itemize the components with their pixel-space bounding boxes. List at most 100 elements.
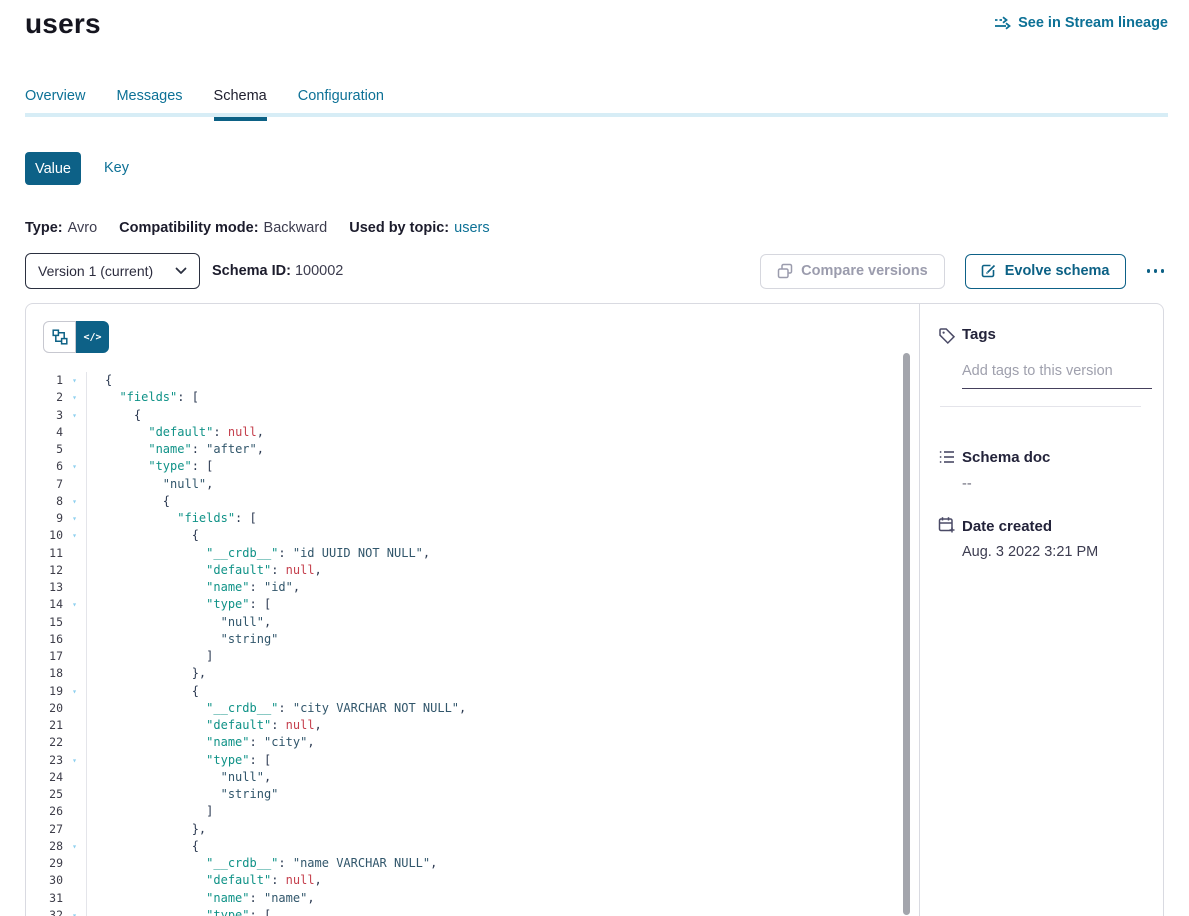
sidebar-divider	[940, 406, 1141, 407]
fold-toggle-icon[interactable]: ▾	[63, 752, 87, 769]
fold-toggle-icon[interactable]: ▾	[63, 372, 87, 389]
tree-view-button[interactable]	[43, 321, 76, 353]
code-line: 14▾ "type": [	[26, 596, 919, 613]
schema-doc-value: --	[962, 476, 972, 492]
type-value: Avro	[68, 220, 98, 236]
code-view-button[interactable]: </>	[76, 321, 109, 353]
value-toggle-button[interactable]: Value	[25, 152, 81, 185]
version-select[interactable]: Version 1 (current)	[25, 253, 200, 289]
line-number: 29	[26, 855, 63, 872]
fold-toggle-icon[interactable]: ▾	[63, 907, 87, 916]
code-line: 4 "default": null,	[26, 424, 919, 441]
more-actions-button[interactable]	[1143, 263, 1169, 279]
code-text: "null",	[87, 614, 271, 631]
line-number: 7	[26, 476, 63, 493]
code-line: 21 "default": null,	[26, 717, 919, 734]
fold-gutter	[63, 579, 87, 596]
fold-toggle-icon[interactable]: ▾	[63, 838, 87, 855]
code-text: "name": "city",	[87, 734, 315, 751]
fold-toggle-icon[interactable]: ▾	[63, 458, 87, 475]
fold-toggle-icon[interactable]: ▾	[63, 407, 87, 424]
code-text: "__crdb__": "id UUID NOT NULL",	[87, 545, 430, 562]
line-number: 16	[26, 631, 63, 648]
code-text: "name": "id",	[87, 579, 300, 596]
version-bar: Version 1 (current) Schema ID:100002 Com…	[25, 253, 1168, 289]
stream-lineage-icon	[994, 16, 1011, 30]
key-toggle-button[interactable]: Key	[104, 160, 129, 176]
fold-toggle-icon[interactable]: ▾	[63, 389, 87, 406]
code-text: "default": null,	[87, 717, 322, 734]
fold-gutter	[63, 545, 87, 562]
line-number: 24	[26, 769, 63, 786]
code-text: ]	[87, 803, 213, 820]
code-text: "name": "after",	[87, 441, 264, 458]
version-select-value: Version 1 (current)	[38, 263, 153, 279]
code-line: 6▾ "type": [	[26, 458, 919, 475]
schema-id-value: 100002	[295, 263, 343, 279]
code-line: 22 "name": "city",	[26, 734, 919, 751]
line-number: 1	[26, 372, 63, 389]
compare-versions-button[interactable]: Compare versions	[760, 254, 945, 289]
code-line: 1▾{	[26, 372, 919, 389]
fold-gutter	[63, 872, 87, 889]
fold-toggle-icon[interactable]: ▾	[63, 596, 87, 613]
compatibility-label: Compatibility mode:	[119, 220, 258, 236]
topic-link[interactable]: users	[454, 220, 489, 236]
code-line: 11 "__crdb__": "id UUID NOT NULL",	[26, 545, 919, 562]
line-number: 21	[26, 717, 63, 734]
line-number: 23	[26, 752, 63, 769]
line-number: 10	[26, 527, 63, 544]
line-number: 5	[26, 441, 63, 458]
schema-code-editor[interactable]: 1▾{2▾ "fields": [3▾ {4 "default": null,5…	[26, 372, 919, 916]
fold-toggle-icon[interactable]: ▾	[63, 527, 87, 544]
code-line: 25 "string"	[26, 786, 919, 803]
code-text: "fields": [	[87, 389, 199, 406]
code-line: 26 ]	[26, 803, 919, 820]
tab-schema[interactable]: Schema	[214, 88, 267, 117]
code-line: 19▾ {	[26, 683, 919, 700]
fold-gutter	[63, 700, 87, 717]
line-number: 27	[26, 821, 63, 838]
line-number: 26	[26, 803, 63, 820]
type-field: Type: Avro	[25, 220, 97, 236]
code-text: "default": null,	[87, 872, 322, 889]
line-number: 17	[26, 648, 63, 665]
tab-messages[interactable]: Messages	[116, 88, 182, 117]
fold-toggle-icon[interactable]: ▾	[63, 683, 87, 700]
compatibility-value: Backward	[264, 220, 328, 236]
line-number: 12	[26, 562, 63, 579]
fold-toggle-icon[interactable]: ▾	[63, 510, 87, 527]
line-number: 8	[26, 493, 63, 510]
code-text: {	[87, 407, 141, 424]
code-text: },	[87, 821, 206, 838]
code-text: {	[87, 683, 199, 700]
code-text: },	[87, 665, 206, 682]
code-line: 27 },	[26, 821, 919, 838]
fold-gutter	[63, 441, 87, 458]
fold-gutter	[63, 424, 87, 441]
type-label: Type:	[25, 220, 63, 236]
line-number: 25	[26, 786, 63, 803]
line-number: 9	[26, 510, 63, 527]
line-number: 30	[26, 872, 63, 889]
tab-configuration[interactable]: Configuration	[298, 88, 384, 117]
code-line: 16 "string"	[26, 631, 919, 648]
date-created-value: Aug. 3 2022 3:21 PM	[962, 544, 1098, 560]
code-text: "default": null,	[87, 562, 322, 579]
line-number: 14	[26, 596, 63, 613]
code-line: 8▾ {	[26, 493, 919, 510]
line-number: 6	[26, 458, 63, 475]
schema-doc-title: Schema doc	[962, 449, 1050, 466]
tag-icon	[938, 327, 956, 350]
chevron-down-icon	[175, 267, 187, 275]
editor-vertical-scrollbar[interactable]	[903, 353, 910, 915]
code-line: 28▾ {	[26, 838, 919, 855]
code-text: {	[87, 838, 199, 855]
calendar-plus-icon	[938, 516, 956, 539]
add-tags-input[interactable]	[962, 363, 1152, 389]
fold-gutter	[63, 631, 87, 648]
see-in-stream-lineage-link[interactable]: See in Stream lineage	[994, 15, 1168, 31]
fold-toggle-icon[interactable]: ▾	[63, 493, 87, 510]
tab-overview[interactable]: Overview	[25, 88, 85, 117]
evolve-schema-button[interactable]: Evolve schema	[965, 254, 1126, 289]
